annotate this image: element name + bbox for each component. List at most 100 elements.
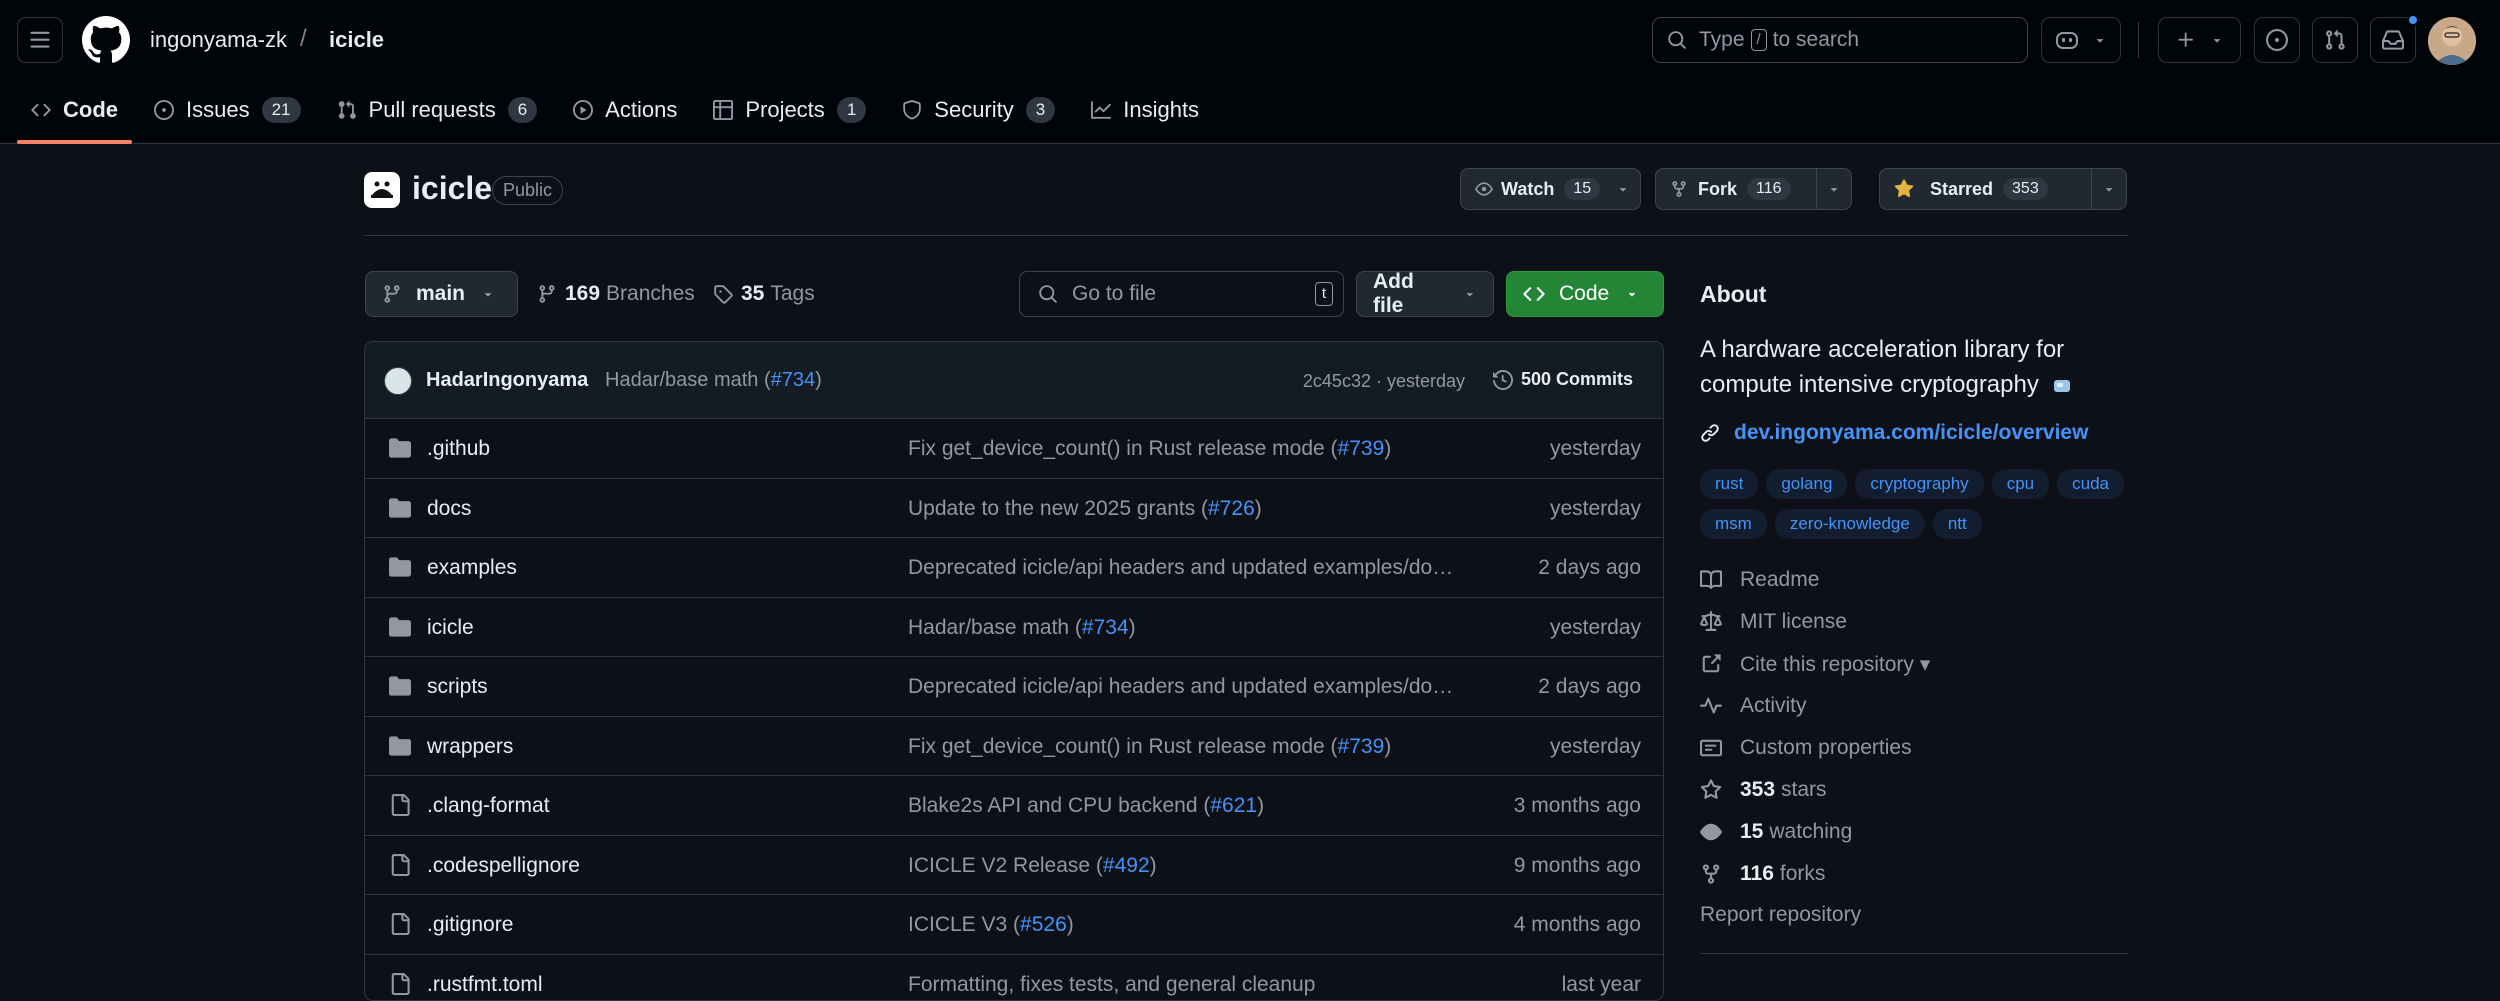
file-name[interactable]: wrappers (427, 735, 513, 759)
about-link-note[interactable]: Custom properties (1700, 727, 2128, 769)
about-link-pulse[interactable]: Activity (1700, 685, 2128, 727)
file-commit-message[interactable]: Deprecated icicle/api headers and update… (908, 556, 1458, 580)
commit-author[interactable]: HadarIngonyama (426, 369, 588, 392)
topic-tag[interactable]: golang (1766, 469, 1847, 499)
file-name[interactable]: .clang-format (427, 794, 550, 818)
file-name[interactable]: .rustfmt.toml (427, 973, 543, 997)
homepage-link[interactable]: dev.ingonyama.com/icicle/overview (1700, 421, 2128, 445)
about-link-law[interactable]: MIT license (1700, 601, 2128, 643)
report-repository-link[interactable]: Report repository (1700, 903, 2128, 927)
file-commit-message[interactable]: ICICLE V3 (#526) (908, 913, 1458, 937)
user-avatar[interactable] (2428, 17, 2476, 65)
tags-link[interactable]: 35 Tags (713, 282, 815, 306)
file-commit-message[interactable]: ICICLE V2 Release (#492) (908, 854, 1458, 878)
sidebar-divider (1700, 953, 2128, 954)
file-row[interactable]: docs Update to the new 2025 grants (#726)… (365, 479, 1663, 539)
file-name[interactable]: icicle (427, 616, 474, 640)
file-commit-pr-link[interactable]: #621 (1210, 794, 1257, 817)
file-commit-message[interactable]: Formatting, fixes tests, and general cle… (908, 973, 1458, 997)
tab-insights[interactable]: Insights (1077, 88, 1213, 132)
create-new-button[interactable] (2158, 17, 2241, 63)
file-commit-message[interactable]: Deprecated icicle/api headers and update… (908, 675, 1458, 699)
file-row[interactable]: scripts Deprecated icicle/api headers and… (365, 657, 1663, 717)
tab-actions[interactable]: Actions (559, 88, 691, 132)
topic-tag[interactable]: msm (1700, 509, 1767, 539)
file-commit-message[interactable]: Update to the new 2025 grants (#726) (908, 497, 1458, 521)
tab-code[interactable]: Code (17, 88, 132, 132)
repo-name[interactable]: icicle (412, 170, 492, 207)
owner-link[interactable]: ingonyama-zk (150, 27, 287, 53)
file-commit-pr-link[interactable]: #734 (1082, 616, 1129, 639)
tab-issues[interactable]: Issues 21 (140, 88, 315, 132)
file-commit-pr-link[interactable]: #492 (1103, 854, 1150, 877)
fork-dropdown[interactable] (1816, 169, 1851, 209)
file-row[interactable]: .gitignoreICICLE V3 (#526)4 months ago (365, 895, 1663, 955)
commit-sha-time[interactable]: 2c45c32 · yesterday (1303, 371, 1465, 392)
file-commit-pr-link[interactable]: #739 (1338, 735, 1385, 758)
star-label: Starred (1930, 179, 1993, 200)
notifications-button[interactable] (2370, 17, 2416, 63)
issue-opened-icon (154, 100, 174, 120)
file-commit-pr-link[interactable]: #726 (1208, 497, 1255, 520)
watch-button[interactable]: Watch 15 (1460, 168, 1641, 210)
menu-button[interactable] (17, 17, 63, 63)
file-row[interactable]: .github Fix get_device_count() in Rust re… (365, 419, 1663, 479)
file-name[interactable]: .gitignore (427, 913, 513, 937)
file-commit-pr-link[interactable]: #739 (1338, 437, 1385, 460)
about-link-cite[interactable]: Cite this repository ▾ (1700, 643, 2128, 685)
commits-link[interactable]: 500 Commits (1493, 369, 1633, 390)
about-link-repo-forked[interactable]: 116forks (1700, 853, 2128, 895)
topic-tag[interactable]: ntt (1933, 509, 1982, 539)
about-link-eye[interactable]: 15watching (1700, 811, 2128, 853)
file-row[interactable]: wrappers Fix get_device_count() in Rust r… (365, 717, 1663, 777)
topic-tag[interactable]: cpu (1992, 469, 2049, 499)
branch-selector[interactable]: main (365, 271, 518, 317)
file-type-icon (389, 497, 411, 519)
file-row[interactable]: examples Deprecated icicle/api headers an… (365, 538, 1663, 598)
add-file-button[interactable]: Add file (1356, 271, 1494, 317)
file-row[interactable]: .codespellignore ICICLE V2 Release (#492)… (365, 836, 1663, 896)
repo-owner-avatar[interactable] (364, 172, 400, 208)
file-commit-message[interactable]: Blake2s API and CPU backend (#621) (908, 794, 1458, 818)
file-name[interactable]: scripts (427, 675, 488, 699)
code-dropdown-button[interactable]: Code (1506, 271, 1664, 317)
branches-link[interactable]: 169 Branches (537, 282, 695, 306)
star-dropdown[interactable] (2091, 169, 2126, 209)
file-commit-message[interactable]: Fix get_device_count() in Rust release m… (908, 437, 1458, 461)
tab-projects[interactable]: Projects 1 (699, 88, 880, 132)
file-name[interactable]: .github (427, 437, 490, 461)
topic-tag[interactable]: cuda (2057, 469, 2124, 499)
about-link-star[interactable]: 353stars (1700, 769, 2128, 811)
file-commit-end: ) (1150, 854, 1157, 877)
commit-pr-link[interactable]: #734 (771, 369, 816, 391)
file-name[interactable]: docs (427, 497, 471, 521)
table-icon (713, 100, 733, 120)
topic-tag[interactable]: rust (1700, 469, 1758, 499)
file-row[interactable]: .clang-format Blake2s API and CPU backend… (365, 776, 1663, 836)
search-prefix: Type (1699, 28, 1745, 52)
file-name[interactable]: examples (427, 556, 517, 580)
topic-tag[interactable]: cryptography (1855, 469, 1983, 499)
tab-pull-requests[interactable]: Pull requests 6 (323, 88, 552, 132)
file-type-icon (389, 437, 411, 459)
commit-author-avatar[interactable] (384, 367, 412, 395)
fork-button[interactable]: Fork 116 (1655, 168, 1852, 210)
file-row[interactable]: icicleHadar/base math (#734)yesterday (365, 598, 1663, 658)
repo-link[interactable]: icicle (329, 27, 384, 53)
file-commit-pr-link[interactable]: #526 (1020, 913, 1067, 936)
file-row[interactable]: .rustfmt.toml Formatting, fixes tests, an… (365, 955, 1663, 1001)
tab-security[interactable]: Security 3 (888, 88, 1069, 132)
topic-tag[interactable]: zero-knowledge (1775, 509, 1925, 539)
copilot-button[interactable] (2041, 17, 2121, 63)
star-button[interactable]: Starred 353 (1879, 168, 2127, 210)
go-to-file-input[interactable]: Go to file t (1019, 271, 1344, 317)
search-input[interactable]: Type / to search (1652, 17, 2028, 63)
about-link-book[interactable]: Readme (1700, 559, 2128, 601)
commit-message[interactable]: Hadar/base math (#734) (605, 369, 822, 392)
file-name[interactable]: .codespellignore (427, 854, 580, 878)
pull-requests-button[interactable] (2312, 17, 2358, 63)
file-commit-message[interactable]: Hadar/base math (#734) (908, 616, 1458, 640)
github-logo-icon[interactable] (82, 16, 130, 64)
file-commit-message[interactable]: Fix get_device_count() in Rust release m… (908, 735, 1458, 759)
issues-button[interactable] (2254, 17, 2300, 63)
